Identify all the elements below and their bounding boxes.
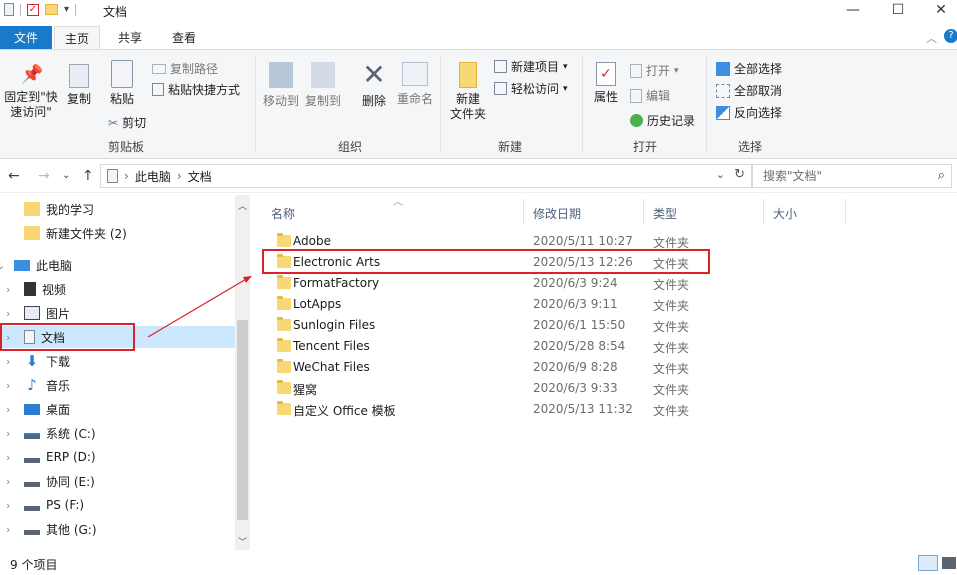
status-bar: 9 个项目 xyxy=(0,550,957,575)
annotation-arrow xyxy=(147,276,252,338)
details-view-icon[interactable] xyxy=(918,555,938,571)
large-icons-view-icon[interactable] xyxy=(942,557,956,569)
item-count: 9 个项目 xyxy=(10,558,58,572)
